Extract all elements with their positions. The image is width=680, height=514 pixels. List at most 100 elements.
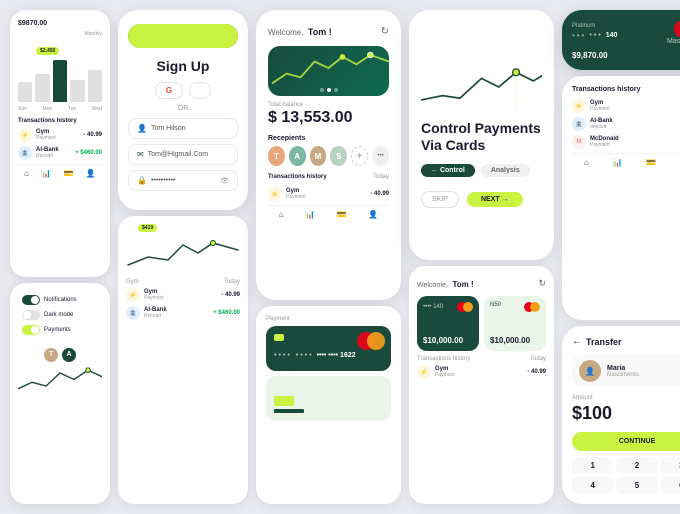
txn-row-bank: 🏦 AI-Bank Receipt + $460.00 — [18, 146, 102, 160]
mini-dark-card: •••• 140 $10,000.00 — [417, 296, 479, 351]
nav5-cards[interactable]: 💳 — [646, 158, 656, 167]
next-button[interactable]: NEXT → — [467, 192, 523, 207]
card-chip — [274, 334, 284, 341]
mc-yellow-circle — [367, 332, 385, 350]
google-btn[interactable]: G — [155, 82, 183, 99]
txn-history-title: Transactions history — [18, 118, 102, 124]
nav-user-icon[interactable]: 👤 — [86, 169, 96, 178]
bottom-nav-5: ⌂ 📊 💳 👤 — [572, 153, 680, 169]
txn-gym-info-main: Gym Payment — [286, 188, 366, 200]
txn5-mcd: M McDonald Payment — [572, 135, 680, 149]
balance-label: Total balance — [268, 102, 389, 108]
mc-red-widget — [674, 20, 680, 38]
card-number-row: •••• •••• •••• •••• 1622 — [274, 352, 356, 359]
toggle-1[interactable] — [22, 295, 40, 305]
bottom-gym-amount: - 40.99 — [527, 369, 546, 375]
light-card-content — [274, 396, 304, 413]
password-input[interactable]: 🔒 •••••••••• 👁 — [128, 170, 238, 191]
card1-amount: $10,000.00 — [423, 336, 463, 345]
mc-orange-2 — [530, 302, 540, 312]
card2-number: N50 — [490, 302, 501, 312]
nav-card-icon[interactable]: 💳 — [64, 169, 74, 178]
recipient-1[interactable]: T — [268, 146, 285, 166]
tab-buttons: ← Control Analysis — [421, 164, 542, 177]
numpad-2[interactable]: 2 — [616, 457, 657, 474]
avatar-2: A — [62, 348, 76, 362]
toggle-2[interactable] — [22, 310, 40, 320]
toggle-section: Notifications Dark mode Payments — [18, 291, 102, 344]
txn-gym-info-2: Gym Payment — [144, 289, 217, 301]
nav-home-main[interactable]: ⌂ — [279, 210, 284, 219]
nav-home-icon[interactable]: ⌂ — [24, 169, 29, 178]
txn-gym-row2: ⚡ Gym Payment - 40.99 — [126, 288, 240, 302]
chart-pagination-dots — [320, 88, 338, 92]
nav-cards-main[interactable]: 💳 — [337, 210, 347, 219]
mastercard-logo-mini2 — [524, 302, 540, 312]
add-recipient-btn[interactable]: + — [351, 146, 368, 166]
email-icon: ✉ — [137, 150, 144, 159]
txn5-mcd-sub: Payment — [590, 142, 680, 148]
numpad-4[interactable]: 4 — [572, 477, 613, 494]
toggle-3[interactable] — [22, 325, 40, 335]
control-title-line1: Control Payments — [421, 120, 541, 136]
email-input[interactable]: ✉ Tom@Higmail.Com — [128, 144, 238, 165]
avatar-row: T A — [18, 348, 102, 362]
refresh-icon[interactable]: ↻ — [381, 26, 389, 37]
nav-stats-main[interactable]: 📊 — [305, 210, 315, 219]
more-recipients[interactable]: ••• — [372, 146, 389, 166]
recipient-avatar: 👤 — [579, 360, 601, 382]
recipient-4[interactable]: S — [330, 146, 347, 166]
dashboard-chart-widget — [268, 46, 389, 96]
today-label: Today — [224, 279, 240, 285]
numpad-6[interactable]: 6 — [661, 477, 680, 494]
txn-bank-sub-2: Receipt — [144, 313, 209, 319]
back-arrow-btn[interactable]: ← — [572, 336, 582, 347]
email-value: Tom@Higmail.Com — [148, 151, 229, 158]
control-title-line2: Via Cards — [421, 137, 485, 153]
nav-chart-icon[interactable]: 📊 — [41, 169, 51, 178]
continue-button[interactable]: CONTINUE — [572, 432, 680, 451]
numpad-1[interactable]: 1 — [572, 457, 613, 474]
bar-2 — [35, 74, 49, 102]
or-divider: OR — [178, 105, 189, 112]
toggle-row-3: Payments — [22, 325, 98, 335]
txn5-bank-info: AI-Bank deposit — [590, 118, 680, 130]
toggle-row-1: Notifications — [22, 295, 98, 305]
numpad-5[interactable]: 5 — [616, 477, 657, 494]
payment-label: Payment — [266, 316, 391, 322]
mastercard-logo-widget — [674, 20, 680, 38]
name-input[interactable]: 👤 Tom Hilson — [128, 118, 238, 139]
control-title: Control Payments Via Cards — [421, 120, 542, 154]
transfer-recipient-card: 👤 Maria Nascimento — [572, 355, 680, 387]
dot-2[interactable] — [327, 88, 331, 92]
main-canvas: $9870.00 Monthly $2,450 Sun Mon Tue Wed … — [0, 0, 680, 514]
bottom-txn-title: Transactions history — [417, 356, 470, 362]
balance-amount: $ 13,553.00 — [268, 109, 389, 127]
nav-profile-main[interactable]: 👤 — [368, 210, 378, 219]
transactions-panel: Transactions history ⚡ Gym Payment + $4 … — [562, 76, 680, 320]
eye-icon: 👁 — [220, 177, 229, 185]
apple-btn[interactable] — [189, 82, 211, 99]
recipient-2[interactable]: A — [289, 146, 306, 166]
analysis-tab[interactable]: Analysis — [481, 164, 530, 177]
toggle-label-2: Dark mode — [44, 312, 73, 318]
welcome-cards-section: Welcome, Tom ! ↻ •••• 140 $10,000.00 — [409, 266, 554, 504]
card-last4: 140 — [606, 32, 618, 39]
nav5-home[interactable]: ⌂ — [584, 158, 589, 167]
txn5-mcd-icon: M — [572, 135, 586, 149]
dark-credit-card: •••• •••• •••• •••• 1622 — [266, 326, 391, 371]
wave-shape — [128, 24, 238, 48]
control-tab[interactable]: ← Control — [421, 164, 475, 177]
period-label: Monthly — [18, 31, 102, 37]
txn-bank-amount-2: + $460.00 — [213, 310, 240, 316]
recipient-3[interactable]: M — [310, 146, 327, 166]
txn-bank-amount: + $460.00 — [75, 150, 102, 156]
amount-label-transfer: Amount — [572, 395, 680, 401]
bar-5 — [88, 70, 102, 102]
recipients-row: T A M S + ••• — [268, 146, 389, 166]
numpad-3[interactable]: 3 — [661, 457, 680, 474]
nav5-stats[interactable]: 📊 — [613, 158, 623, 167]
skip-button[interactable]: SKIP — [421, 191, 459, 208]
refresh-icon-2[interactable]: ↻ — [538, 278, 546, 289]
mc-orange — [463, 302, 473, 312]
